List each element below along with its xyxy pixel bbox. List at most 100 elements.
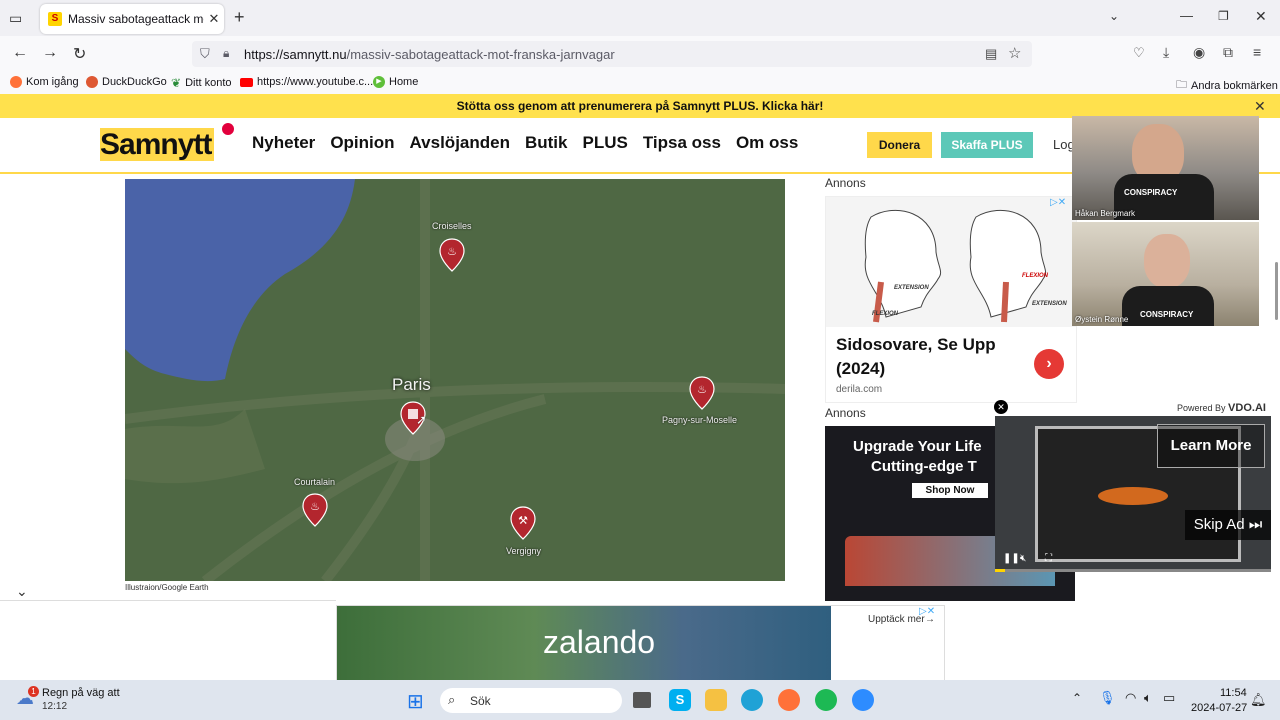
youtube-icon bbox=[240, 77, 253, 87]
wifi-icon[interactable]: ◠ bbox=[1125, 690, 1136, 706]
bottom-adchoices-icon[interactable]: ▷✕ bbox=[919, 606, 935, 617]
bookmark-youtube[interactable]: https://www.youtube.c... bbox=[240, 76, 373, 88]
nav-opinion[interactable]: Opinion bbox=[330, 133, 394, 153]
weather-badge: 1 bbox=[28, 686, 39, 697]
other-bookmarks-label: Andra bokmärken bbox=[1191, 79, 1278, 92]
map-label-pagny: Pagny-sur-Moselle bbox=[662, 415, 738, 425]
microphone-icon[interactable]: 🎙︎ bbox=[1099, 690, 1116, 706]
pause-icon[interactable]: ❚❚ bbox=[1003, 553, 1020, 564]
webcam-top: CONSPIRACY Håkan Bergmark bbox=[1072, 116, 1259, 220]
lock-icon[interactable]: 🔒︎ bbox=[223, 46, 229, 61]
windows-start-icon[interactable]: ⊞ bbox=[407, 689, 424, 714]
logo-dot-icon bbox=[222, 123, 234, 135]
promo-text[interactable]: Stötta oss genom att prenumerera på Samn… bbox=[457, 99, 824, 113]
tab-title: Massiv sabotageattack mot fra bbox=[68, 12, 204, 26]
webcam-overlay: CONSPIRACY Håkan Bergmark CONSPIRACY Øys… bbox=[1072, 116, 1259, 326]
back-icon[interactable]: ← bbox=[12, 44, 28, 62]
clock-date[interactable]: 2024-07-27 bbox=[1191, 702, 1247, 714]
volume-icon[interactable]: 🔈︎ bbox=[1144, 690, 1152, 706]
tray-overflow-icon[interactable]: ⌃ bbox=[1072, 691, 1082, 705]
zoom-icon[interactable] bbox=[852, 689, 874, 711]
bookmark-ditt-konto[interactable]: ❦ Ditt konto bbox=[171, 76, 232, 90]
vdo-close-icon[interactable]: ✕ bbox=[994, 400, 1008, 414]
nav-avslojanden[interactable]: Avslöjanden bbox=[410, 133, 510, 153]
bookmark-home[interactable]: ▶ Home bbox=[373, 76, 418, 88]
downloads-icon[interactable]: ⤓ bbox=[1163, 44, 1169, 61]
video-ad-player[interactable]: Learn More Skip Ad ⏭︎ ❚❚ 🔇︎ ⛶ bbox=[995, 416, 1271, 572]
nav-butik[interactable]: Butik bbox=[525, 133, 568, 153]
bookmark-star-icon[interactable]: ☆ bbox=[1008, 44, 1021, 62]
bottom-ad-banner[interactable]: zalando Upptäck mer → ▷✕ bbox=[336, 605, 945, 682]
weather-time: 12:12 bbox=[42, 701, 68, 712]
taskbar-search[interactable]: ⌕ Sök bbox=[440, 688, 622, 713]
restore-icon[interactable]: ❐ bbox=[1218, 9, 1229, 23]
nav-tipsa-oss[interactable]: Tipsa oss bbox=[643, 133, 721, 153]
ad-label-1: Annons bbox=[825, 176, 866, 190]
weather-text: Regn på väg att bbox=[42, 687, 120, 699]
mouse-cursor-icon: ➚ bbox=[416, 412, 427, 427]
menu-icon[interactable]: ≡ bbox=[1253, 44, 1261, 60]
mute-icon[interactable]: 🔇︎ bbox=[1020, 553, 1026, 564]
task-view-icon[interactable] bbox=[633, 692, 651, 708]
svg-text:♨: ♨ bbox=[697, 384, 707, 396]
scroll-down-chevron-icon[interactable]: ⌄ bbox=[16, 583, 28, 600]
page-scrollbar[interactable] bbox=[1275, 262, 1278, 320]
shop-now-button[interactable]: Shop Now bbox=[912, 483, 988, 498]
bottom-ad-cta[interactable]: Upptäck mer bbox=[868, 614, 925, 625]
battery-icon[interactable]: ▭ bbox=[1163, 690, 1175, 706]
new-tab-icon[interactable]: + bbox=[234, 7, 245, 28]
weather-widget[interactable]: ☁ 1 Regn på väg att 12:12 bbox=[14, 686, 134, 716]
tab-active[interactable]: S Massiv sabotageattack mot fra ✕ bbox=[40, 4, 224, 34]
skip-ad-button[interactable]: Skip Ad ⏭︎ bbox=[1185, 510, 1271, 540]
ad-illustration: EXTENSION FLEXION FLEXION EXTENSION bbox=[826, 197, 1076, 327]
edge-icon[interactable] bbox=[741, 689, 763, 711]
forward-icon[interactable]: → bbox=[42, 44, 58, 62]
close-promo-icon[interactable]: ✕ bbox=[1254, 98, 1266, 115]
ad-label-extension-1: EXTENSION bbox=[894, 285, 929, 291]
main-nav: Nyheter Opinion Avslöjanden Butik PLUS T… bbox=[252, 133, 798, 153]
ad-derila[interactable]: EXTENSION FLEXION FLEXION EXTENSION Sido… bbox=[825, 196, 1077, 403]
chevron-divider bbox=[0, 600, 336, 601]
get-plus-button[interactable]: Skaffa PLUS bbox=[941, 132, 1033, 158]
fullscreen-icon[interactable]: ⛶ bbox=[1045, 553, 1052, 564]
promo-banner[interactable]: Stötta oss genom att prenumerera på Samn… bbox=[0, 94, 1280, 118]
tab-overflow-icon[interactable]: ⌄ bbox=[1109, 9, 1119, 23]
vdo-powered-by: Powered By VDO.AI bbox=[1177, 402, 1266, 414]
reload-icon[interactable]: ↻ bbox=[73, 44, 86, 64]
nav-plus[interactable]: PLUS bbox=[582, 133, 627, 153]
tracking-shield-icon[interactable]: ⛉ bbox=[200, 46, 210, 62]
extensions-icon[interactable]: ⧉ bbox=[1223, 44, 1233, 61]
firefox-taskbar-icon[interactable] bbox=[778, 689, 800, 711]
nav-om-oss[interactable]: Om oss bbox=[736, 133, 798, 153]
skype-icon[interactable]: S bbox=[669, 689, 691, 711]
bookmark-duckduckgo[interactable]: DuckDuckGo bbox=[86, 76, 167, 88]
site-logo[interactable]: Samnytt bbox=[100, 123, 234, 162]
ad-arrow-button[interactable]: › bbox=[1034, 349, 1064, 379]
account-icon[interactable]: ◉ bbox=[1193, 44, 1205, 61]
folder-icon: 🗀 bbox=[1176, 79, 1187, 91]
minimize-icon[interactable]: — bbox=[1180, 8, 1193, 23]
firefox-icon bbox=[10, 76, 22, 88]
bookmark-kom-igang[interactable]: Kom igång bbox=[10, 76, 79, 88]
clock-time[interactable]: 11:54 bbox=[1220, 687, 1247, 699]
close-window-icon[interactable]: ✕ bbox=[1255, 8, 1267, 25]
adchoices-icon[interactable]: ▷✕ bbox=[1050, 197, 1066, 208]
tab-list-icon[interactable]: ▭ bbox=[9, 10, 22, 27]
map-label-paris: Paris bbox=[392, 375, 431, 394]
ad2-line1: Upgrade Your Life bbox=[853, 438, 982, 455]
url-text[interactable]: https://samnytt.nu/massiv-sabotageattack… bbox=[244, 47, 615, 62]
nav-nyheter[interactable]: Nyheter bbox=[252, 133, 315, 153]
pocket-icon[interactable]: ♡ bbox=[1133, 45, 1145, 61]
reader-view-icon[interactable]: ▤ bbox=[985, 46, 997, 62]
learn-more-button[interactable]: Learn More bbox=[1157, 424, 1265, 468]
other-bookmarks[interactable]: 🗀 Andra bokmärken bbox=[1176, 76, 1278, 95]
notification-bell-icon[interactable]: 🔔︎ bbox=[1250, 692, 1267, 708]
close-tab-icon[interactable]: ✕ bbox=[204, 11, 224, 27]
file-explorer-icon[interactable] bbox=[705, 689, 727, 711]
skip-ad-label: Skip Ad bbox=[1193, 516, 1245, 533]
ad-headline[interactable]: Sidosovare, Se Upp (2024) bbox=[836, 333, 1016, 381]
webcam-name-bottom: Øystein Rønne bbox=[1075, 315, 1129, 324]
donate-button[interactable]: Donera bbox=[867, 132, 932, 158]
spotify-icon[interactable] bbox=[815, 689, 837, 711]
video-progress-bar[interactable] bbox=[995, 569, 1271, 572]
